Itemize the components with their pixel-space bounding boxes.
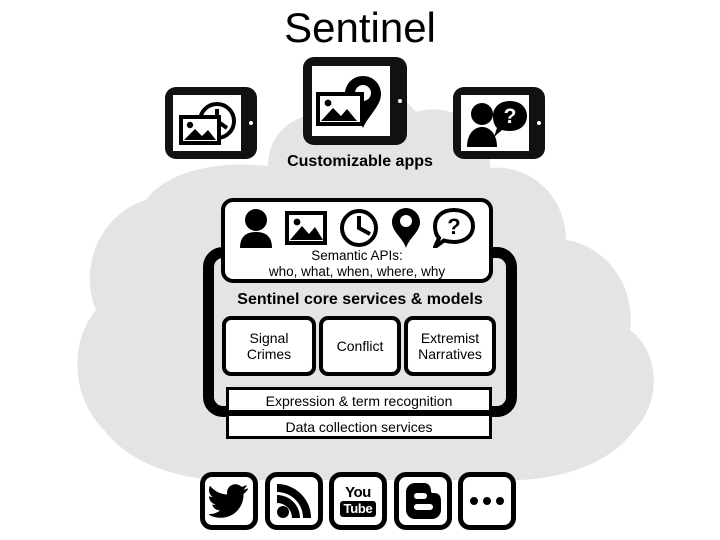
tablet-screen: ? [461, 95, 529, 151]
youtube-label-top: You [345, 484, 371, 501]
expression-term-recognition-bar[interactable]: Expression & term recognition [226, 387, 492, 413]
dot [470, 497, 478, 505]
more-tile[interactable] [458, 472, 516, 530]
data-collection-services-bar[interactable]: Data collection services [226, 413, 492, 439]
clock-icon [340, 209, 378, 247]
tablet-photo-clock[interactable] [165, 87, 257, 159]
twitter-icon [209, 484, 248, 518]
diagram-canvas: Sentinel ? Customizable apps ? Semantic … [0, 0, 720, 540]
core-box-extremist-narratives[interactable]: Extremist Narratives [404, 316, 496, 376]
blogger-icon [405, 483, 441, 519]
tablet-person-question[interactable]: ? [453, 87, 545, 159]
customizable-apps-label: Customizable apps [287, 153, 433, 170]
tablet-screen [173, 95, 241, 151]
photo-location-glyph [316, 76, 381, 128]
tablet-screen [312, 66, 390, 136]
photo-icon [285, 211, 327, 245]
youtube-icon: You Tube [339, 484, 377, 517]
semantic-api-caption-line2: who, what, when, where, why [268, 264, 446, 279]
dot [483, 497, 491, 505]
svg-text:?: ? [504, 105, 517, 128]
twitter-tile[interactable] [200, 472, 258, 530]
person-icon [240, 209, 272, 248]
core-box-signal-crimes[interactable]: Signal Crimes [222, 316, 316, 376]
core-services-heading: Sentinel core services & models [237, 291, 483, 308]
semantic-api-icons: ? [225, 205, 489, 251]
core-services-row: Signal Crimes Conflict Extremist Narrati… [222, 316, 496, 376]
more-icon [470, 497, 504, 505]
location-pin-icon [392, 208, 420, 248]
blogger-tile[interactable] [393, 472, 452, 530]
person-question-glyph: ? [467, 101, 527, 147]
rss-tile[interactable] [264, 472, 323, 530]
semantic-api-caption-line1: Semantic APIs: [311, 248, 403, 263]
svg-text:?: ? [447, 214, 460, 239]
tablet-home-button [249, 121, 253, 125]
rss-icon [276, 484, 311, 518]
youtube-tile[interactable]: You Tube [329, 472, 387, 530]
core-box-conflict[interactable]: Conflict [319, 316, 401, 376]
dot [496, 497, 504, 505]
page-title: Sentinel [284, 4, 436, 51]
tablet-home-button [537, 121, 541, 125]
tablet-photo-location[interactable] [303, 57, 407, 145]
photo-clock-glyph [179, 102, 236, 145]
semantic-api-panel[interactable]: ? Semantic APIs: who, what, when, where,… [221, 198, 493, 283]
semantic-api-caption: Semantic APIs: who, what, when, where, w… [225, 248, 489, 280]
question-speech-bubble-icon: ? [433, 208, 475, 248]
data-source-icons-row: You Tube [200, 470, 516, 532]
youtube-label-bottom: Tube [339, 501, 377, 517]
tablet-home-button [398, 99, 402, 103]
